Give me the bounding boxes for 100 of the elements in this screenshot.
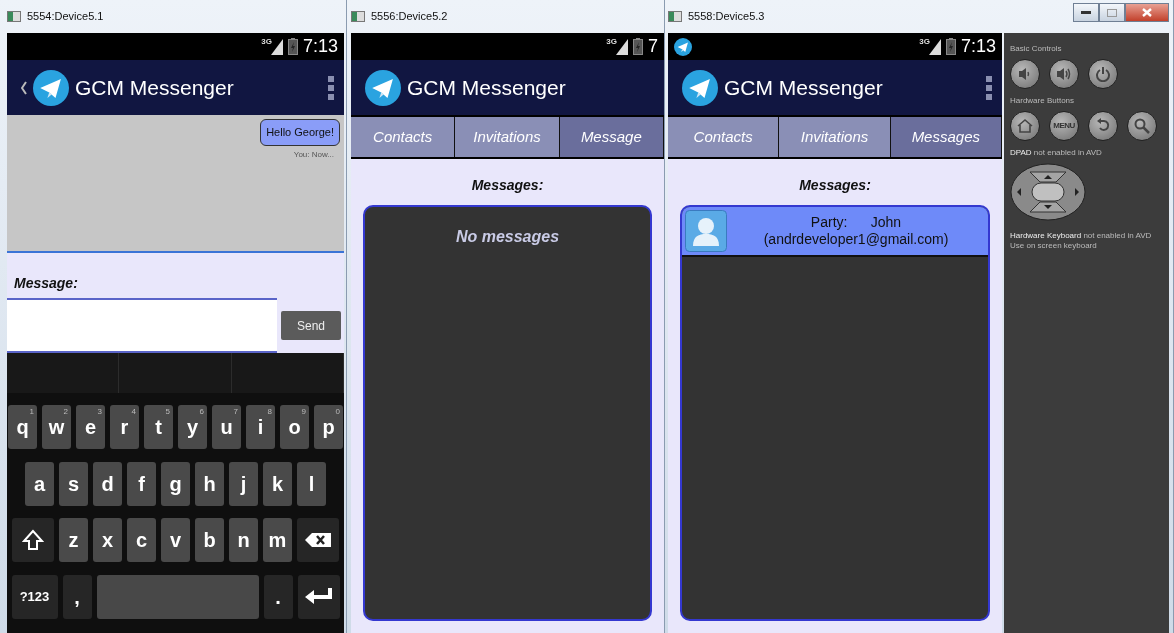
message-input[interactable] — [7, 298, 277, 353]
section-label: Hardware Buttons — [1010, 95, 1076, 107]
close-button[interactable] — [1125, 3, 1169, 22]
keyboard-key[interactable]: z — [59, 518, 88, 563]
battery-icon — [287, 38, 298, 55]
paper-plane-icon — [365, 69, 401, 106]
message-meta: You: Now... — [293, 148, 334, 161]
window-title: 5556:Device5.2 — [371, 9, 448, 25]
status-time: 7:13 — [302, 35, 338, 58]
key-hint: 9 — [301, 406, 306, 419]
shift-arrow-icon — [22, 529, 44, 552]
message-label: Message: — [13, 274, 79, 293]
list-heading: Messages: — [798, 176, 872, 195]
keyboard-key[interactable]: q 1 — [8, 405, 37, 450]
power-icon — [1095, 66, 1111, 82]
maximize-button[interactable] — [1099, 3, 1125, 22]
key-hint: 8 — [267, 406, 272, 419]
delete-key[interactable] — [297, 518, 339, 563]
status-time: 7:13 — [960, 35, 996, 58]
minimize-icon — [1081, 10, 1091, 15]
home-button[interactable] — [1010, 111, 1040, 141]
symbols-key[interactable]: ?123 — [11, 574, 58, 619]
keyboard-key[interactable]: f — [127, 461, 156, 506]
keyboard-key[interactable]: o 9 — [280, 405, 309, 450]
keyboard-key[interactable]: c — [127, 518, 156, 563]
keyboard-key[interactable]: l — [297, 461, 326, 506]
keyboard-key[interactable]: s — [59, 461, 88, 506]
keyboard-key[interactable]: d — [93, 461, 122, 506]
keyboard-key[interactable]: v — [161, 518, 190, 563]
list-heading: Messages: — [470, 176, 545, 195]
keyboard-key[interactable]: m — [263, 518, 292, 563]
keyboard-key[interactable]: a — [25, 461, 54, 506]
menu-button[interactable]: MENU — [1049, 111, 1079, 141]
keyboard-key[interactable]: b — [195, 518, 224, 563]
keyboard-key[interactable]: w 2 — [42, 405, 71, 450]
paper-plane-icon — [674, 37, 692, 56]
keyboard-key[interactable]: k — [263, 461, 292, 506]
app-title: GCM Messenger — [407, 74, 566, 101]
search-button[interactable] — [1127, 111, 1157, 141]
message-row[interactable]: Party: John (andrdeveloper1@gmail.com) — [682, 207, 988, 257]
back-chevron-icon — [21, 80, 27, 95]
section-label: Basic Controls — [1010, 43, 1063, 55]
person-avatar-icon — [685, 210, 727, 252]
keyboard-key[interactable]: n — [229, 518, 258, 563]
keyboard-key[interactable]: r 4 — [110, 405, 139, 450]
shift-key[interactable] — [12, 518, 54, 563]
enter-arrow-icon — [303, 587, 334, 606]
send-button[interactable]: Send — [281, 311, 341, 340]
network-type-label: 3G — [919, 36, 930, 48]
note-text: Hardware Keyboard not enabled in AVD — [1010, 231, 1153, 241]
power-button[interactable] — [1088, 59, 1118, 89]
keyboard-key[interactable]: i 8 — [246, 405, 275, 450]
back-arrow-icon — [1095, 118, 1111, 134]
keyboard-key[interactable]: j — [229, 461, 258, 506]
keyboard-key[interactable]: g — [161, 461, 190, 506]
minimize-button[interactable] — [1073, 3, 1099, 22]
key-hint: 6 — [199, 406, 204, 419]
keyboard-key[interactable]: x — [93, 518, 122, 563]
keyboard-key[interactable]: e 3 — [76, 405, 105, 450]
signal-icon — [928, 38, 941, 55]
volume-up-button[interactable] — [1049, 59, 1079, 89]
house-icon — [1017, 118, 1033, 134]
note-text: Use on screen keyboard — [1010, 240, 1098, 251]
speaker-waves-icon — [1056, 66, 1072, 82]
maximize-icon — [1107, 8, 1117, 17]
key-hint: 3 — [97, 406, 102, 419]
keyboard-key[interactable]: h — [195, 461, 224, 506]
close-icon — [1142, 8, 1152, 17]
status-time: 7 — [648, 35, 658, 58]
volume-down-button[interactable] — [1010, 59, 1040, 89]
signal-icon — [616, 38, 628, 55]
keyboard-key[interactable]: t 5 — [144, 405, 173, 450]
party-name: John — [870, 214, 902, 231]
keyboard-key[interactable]: , — [62, 574, 92, 619]
back-button[interactable] — [1088, 111, 1118, 141]
window-title: 5554:Device5.1 — [27, 9, 104, 25]
backspace-icon — [305, 533, 331, 548]
window-icon — [7, 11, 21, 22]
enter-key[interactable] — [297, 574, 340, 619]
window-icon — [351, 11, 365, 22]
party-email: (andrdeveloper1@gmail.com) — [762, 231, 950, 248]
key-hint: 1 — [29, 406, 34, 419]
paper-plane-icon — [33, 69, 69, 106]
key-hint: 2 — [63, 406, 68, 419]
tab[interactable]: Message — [559, 117, 664, 157]
empty-message: No messages — [454, 227, 561, 247]
keyboard-key[interactable]: u 7 — [212, 405, 241, 450]
window-icon — [668, 11, 682, 22]
keyboard-key[interactable]: . — [263, 574, 293, 619]
dpad-drawing[interactable] — [1010, 163, 1086, 221]
overflow-menu-icon — [328, 75, 334, 100]
key-hint: 4 — [131, 406, 136, 419]
keyboard-key[interactable]: y 6 — [178, 405, 207, 450]
search-icon — [1134, 118, 1150, 134]
message-bubble: Hello George! — [260, 119, 340, 146]
app-title: GCM Messenger — [724, 74, 883, 101]
battery-icon — [945, 38, 956, 55]
tab[interactable]: Messages — [890, 117, 1002, 157]
section-label: DPAD not enabled in AVD — [1010, 147, 1103, 159]
keyboard-key[interactable]: p 0 — [314, 405, 343, 450]
